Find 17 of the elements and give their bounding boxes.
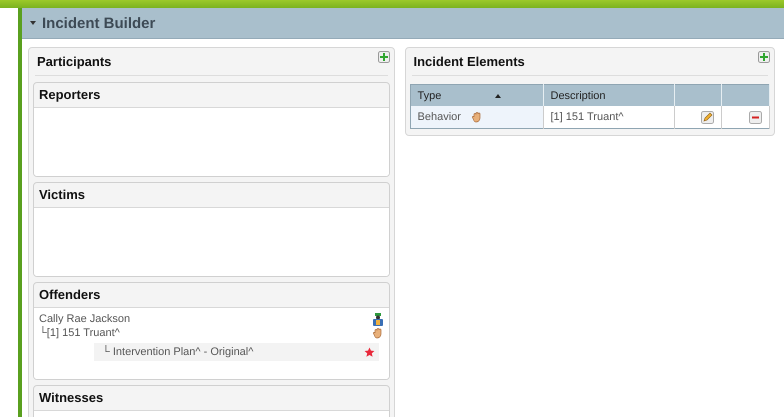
remove-button[interactable] xyxy=(749,110,762,124)
add-button[interactable] xyxy=(378,51,390,63)
incident-item: └[1] 151 Truant^ xyxy=(39,327,120,339)
offender-name: Cally Rae Jackson xyxy=(39,313,130,325)
table-cell: Behavior xyxy=(410,106,543,128)
person-badge-icon xyxy=(372,312,384,326)
hand-icon xyxy=(372,327,384,339)
plan-label: └ Intervention Plan^ - Original^ xyxy=(102,346,254,358)
section-header[interactable]: Incident Builder xyxy=(22,8,784,39)
hand-icon xyxy=(470,111,483,123)
column-header[interactable]: Description xyxy=(543,84,674,106)
table-cell: [1] 151 Truant^ xyxy=(543,106,674,128)
add-button[interactable] xyxy=(758,51,770,63)
column-header[interactable]: Type xyxy=(410,84,543,106)
star-icon xyxy=(364,346,374,358)
section-title: Incident Builder xyxy=(42,14,156,32)
edit-button[interactable] xyxy=(701,110,714,124)
